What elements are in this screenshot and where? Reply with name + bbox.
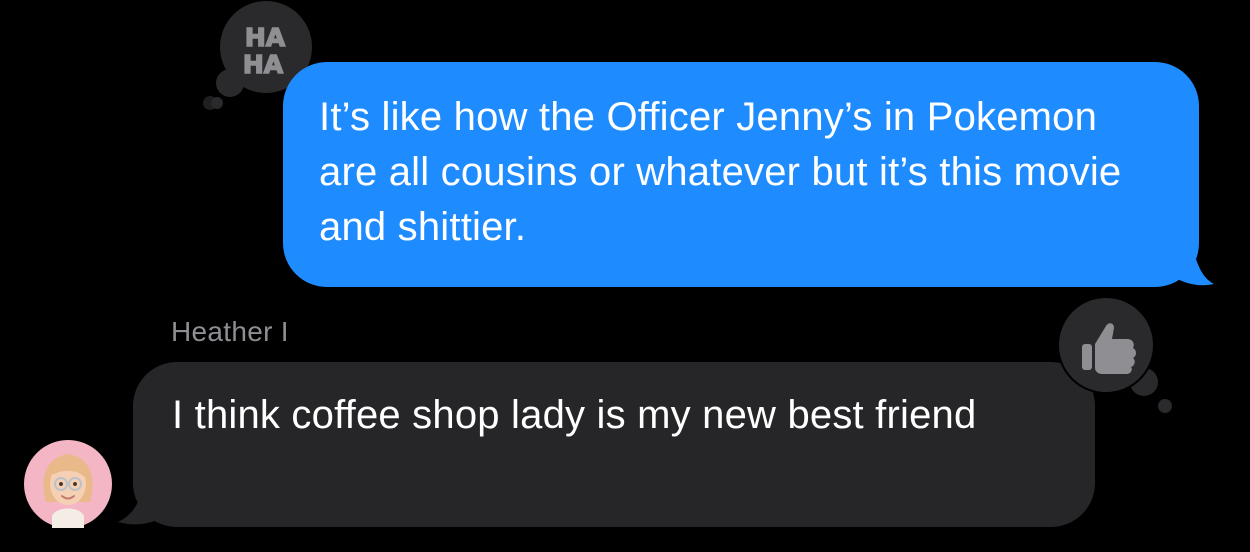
- haha-icon: HA HA: [242, 22, 286, 80]
- outgoing-message-bubble[interactable]: It’s like how the Officer Jenny’s in Pok…: [283, 62, 1199, 287]
- svg-text:HA: HA: [245, 23, 286, 52]
- incoming-message-bubble[interactable]: I think coffee shop lady is my new best …: [133, 362, 1095, 527]
- outgoing-message-text: It’s like how the Officer Jenny’s in Pok…: [319, 95, 1122, 249]
- contact-avatar[interactable]: [24, 440, 112, 528]
- sender-name: Heather I: [171, 316, 289, 347]
- incoming-message-text: I think coffee shop lady is my new best …: [172, 393, 977, 437]
- svg-text:HA: HA: [243, 50, 284, 79]
- like-tapback[interactable]: [1054, 296, 1184, 416]
